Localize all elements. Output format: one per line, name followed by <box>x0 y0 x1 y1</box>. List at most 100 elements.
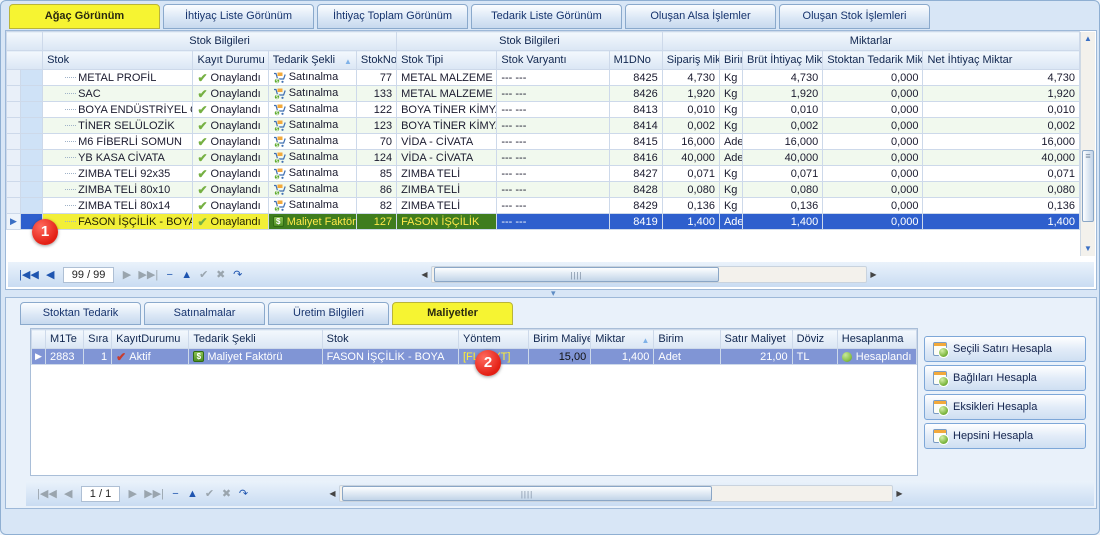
tab-satınalmalar[interactable]: Satınalmalar <box>144 302 265 325</box>
delete-record-button[interactable]: − <box>167 487 184 501</box>
table-row[interactable]: ▶ 2883 1 ✔ Aktif $ Maliyet Faktörü FASON İŞÇİLİ… <box>30 348 918 365</box>
cancel-edit-button[interactable]: ✖ <box>218 486 235 501</box>
cell-birim-maliyet-input[interactable]: 15,00 <box>528 348 592 365</box>
row-selector-cell[interactable] <box>20 117 44 134</box>
column-header-birim-maliyet[interactable]: Birim Maliyet <box>528 329 592 349</box>
column-header-kayıt-durumu[interactable]: Kayıt Durumu <box>192 50 269 70</box>
column-header-stok-tipi[interactable]: Stok Tipi <box>396 50 498 70</box>
scroll-up-icon[interactable]: ▲ <box>1081 32 1095 46</box>
first-record-button[interactable]: |◀◀ <box>16 267 42 282</box>
tab-stoktan-tedarik[interactable]: Stoktan Tedarik <box>20 302 141 325</box>
column-header-birim[interactable]: Birim <box>718 50 744 70</box>
table-row[interactable]: METAL PROFİL ✔ Onaylandı $ Satınalma 77 METAL … <box>5 69 1080 86</box>
column-header-m1te[interactable]: M1Te <box>45 329 85 349</box>
table-row[interactable]: SAC ✔ Onaylandı $ Satınalma 133 METAL MALZEME -… <box>5 85 1080 102</box>
column-band[interactable]: Stok Bilgileri <box>396 31 663 51</box>
row-selector-cell[interactable] <box>20 69 44 86</box>
tab-i̇htiyaç-toplam-görünüm[interactable]: İhtiyaç Toplam Görünüm <box>317 4 468 29</box>
row-selector-cell[interactable] <box>20 149 44 166</box>
prior-record-button[interactable]: ◀ <box>60 486 77 501</box>
column-header-m1dno[interactable]: M1DNo <box>608 50 663 70</box>
last-record-button[interactable]: ▶▶| <box>135 267 161 282</box>
post-edit-button[interactable]: ✔ <box>195 267 212 282</box>
column-header-yöntem[interactable]: Yöntem <box>457 329 530 349</box>
table-row[interactable]: ZIMBA TELİ 80x10 ✔ Onaylandı $ Satınalma 86 ZI… <box>5 181 1080 198</box>
tab-oluşan-stok-i̇şlemleri[interactable]: Oluşan Stok İşlemleri <box>779 4 930 29</box>
column-header-stok-varyantı[interactable]: Stok Varyantı <box>496 50 610 70</box>
column-band[interactable]: Miktarlar <box>661 31 1081 51</box>
next-record-button[interactable]: ▶ <box>124 486 141 501</box>
last-record-button[interactable]: ▶▶| <box>141 486 167 501</box>
row-selector-cell[interactable] <box>20 165 44 182</box>
column-header-brüt-i̇htiyaç-miktar[interactable]: Brüt İhtiyaç Miktar <box>741 50 824 70</box>
tab-tedarik-liste-görünüm[interactable]: Tedarik Liste Görünüm <box>471 4 622 29</box>
row-selector-cell[interactable] <box>20 85 44 102</box>
tab-üretim-bilgileri[interactable]: Üretim Bilgileri <box>268 302 389 325</box>
row-selector-cell[interactable] <box>20 133 44 150</box>
column-band[interactable]: Stok Bilgileri <box>42 31 398 51</box>
tree-line-icon <box>65 93 77 95</box>
column-header-döviz[interactable]: Döviz <box>791 329 838 349</box>
first-record-button[interactable]: |◀◀ <box>34 486 60 501</box>
table-row[interactable]: BOYA ENDÜSTRİYEL GR✔Onaylandı$Satınalma1… <box>5 101 1080 118</box>
scroll-right-icon[interactable]: ▶ <box>867 266 880 283</box>
column-header-birim[interactable]: Birim <box>653 329 721 349</box>
hscroll-track[interactable]: |||| <box>339 485 893 502</box>
refresh-button[interactable]: ↷ <box>229 267 246 282</box>
scroll-left-icon[interactable]: ◀ <box>326 485 339 502</box>
row-selector-cell[interactable] <box>20 101 44 118</box>
column-header-net-i̇htiyaç-miktar[interactable]: Net İhtiyaç Miktar <box>922 50 1080 70</box>
table-row[interactable]: M6 FİBERLİ SOMUN ✔ Onaylandı $ Satınalma 70 Vİ… <box>5 133 1080 150</box>
panel-splitter[interactable]: ▾ <box>5 288 1097 298</box>
scroll-right-icon[interactable]: ▶ <box>893 485 906 502</box>
column-header-stokno[interactable]: StokNo <box>355 50 398 70</box>
column-header-tedarik-şekli[interactable]: Tedarik Şekli <box>188 329 323 349</box>
tab-ağaç-görünüm[interactable]: Ağaç Görünüm <box>9 4 160 29</box>
scroll-down-icon[interactable]: ▼ <box>1081 242 1095 256</box>
tab-oluşan-alsa-i̇şlemler[interactable]: Oluşan Alsa İşlemler <box>625 4 776 29</box>
vertical-scrollbar[interactable]: ▲ ≡ ▼ <box>1080 32 1095 256</box>
edit-record-button[interactable]: ▲ <box>184 487 201 501</box>
button-hepsini-hesapla[interactable]: Hepsini Hesapla <box>924 423 1086 449</box>
vscroll-thumb[interactable]: ≡ <box>1082 150 1094 222</box>
hscroll-thumb[interactable]: |||| <box>434 267 719 282</box>
column-header-stoktan-tedarik-miktar[interactable]: Stoktan Tedarik Miktar <box>822 50 924 70</box>
column-header-hesaplanma[interactable]: Hesaplanma <box>836 329 918 349</box>
table-row[interactable]: TİNER SELÜLOZİK ✔ Onaylandı $ Satınalma 123 BO… <box>5 117 1080 134</box>
hscroll-track[interactable]: |||| <box>431 266 867 283</box>
horizontal-scrollbar[interactable]: ◀ |||| ▶ <box>326 485 906 502</box>
row-selector-cell[interactable] <box>20 197 44 214</box>
row-selector-cell[interactable] <box>20 181 44 198</box>
column-header-tedarik-şekli[interactable]: Tedarik Şekli ▲ <box>267 50 357 70</box>
tree-line-icon <box>65 157 77 159</box>
tab-maliyetler[interactable]: Maliyetler <box>392 302 513 325</box>
table-row[interactable]: ▶ FASON İŞÇİLİK - BOYA ✔ Onaylandı $ Maliyet … <box>5 213 1080 230</box>
prior-record-button[interactable]: ◀ <box>42 267 59 282</box>
horizontal-scrollbar[interactable]: ◀ |||| ▶ <box>418 266 880 283</box>
cell-tedarik-sekli: $ Satınalma <box>267 165 357 182</box>
column-header-sıra[interactable]: Sıra <box>83 329 113 349</box>
table-row[interactable]: YB KASA CİVATA ✔ Onaylandı $ Satınalma 124 VİD… <box>5 149 1080 166</box>
cancel-edit-button[interactable]: ✖ <box>212 267 229 282</box>
tab-i̇htiyaç-liste-görünüm[interactable]: İhtiyaç Liste Görünüm <box>163 4 314 29</box>
column-header-satır-maliyet[interactable]: Satır Maliyet <box>719 329 793 349</box>
column-header-kayıtdurumu[interactable]: KayıtDurumu <box>111 329 190 349</box>
cell-stok-varyanti: --- --- <box>496 149 610 166</box>
button-seçili-satırı-hesapla[interactable]: Seçili Satırı Hesapla <box>924 336 1086 362</box>
table-row[interactable]: ZIMBA TELİ 92x35 ✔ Onaylandı $ Satınalma 85 ZI… <box>5 165 1080 182</box>
column-header-sipariş-miktar[interactable]: Sipariş Miktar <box>661 50 720 70</box>
delete-record-button[interactable]: − <box>161 268 178 282</box>
post-edit-button[interactable]: ✔ <box>201 486 218 501</box>
column-header-stok[interactable]: Stok <box>321 329 459 349</box>
button-eksikleri-hesapla[interactable]: Eksikleri Hesapla <box>924 394 1086 420</box>
edit-record-button[interactable]: ▲ <box>178 268 195 282</box>
scroll-left-icon[interactable]: ◀ <box>418 266 431 283</box>
column-header-stok[interactable]: Stok <box>42 50 194 70</box>
check-icon: ✔ <box>197 214 208 229</box>
refresh-button[interactable]: ↷ <box>235 486 252 501</box>
button-bağlıları-hesapla[interactable]: Bağlıları Hesapla <box>924 365 1086 391</box>
next-record-button[interactable]: ▶ <box>118 267 135 282</box>
table-row[interactable]: ZIMBA TELİ 80x14 ✔ Onaylandı $ Satınalma 82 ZI… <box>5 197 1080 214</box>
column-header-miktar[interactable]: Miktar ▲ <box>590 329 655 349</box>
hscroll-thumb[interactable]: |||| <box>342 486 712 501</box>
